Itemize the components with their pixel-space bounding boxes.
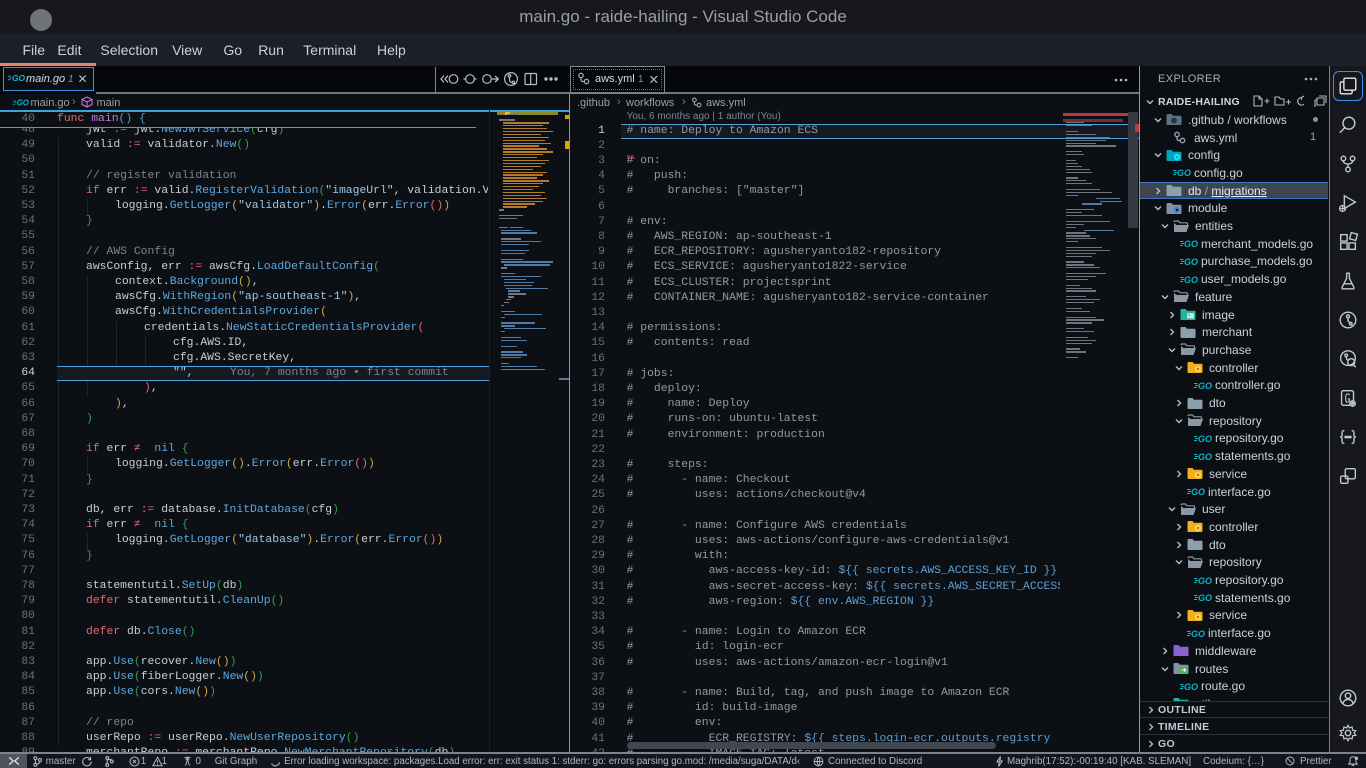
svg-text:GO: GO <box>1198 452 1212 462</box>
svg-text:GO: GO <box>1198 381 1212 391</box>
svg-text:GO: GO <box>1184 239 1198 249</box>
svg-text:GO: GO <box>1191 629 1205 639</box>
svg-text:GO: GO <box>1184 682 1198 692</box>
svg-text:GO: GO <box>1184 275 1198 285</box>
svg-text:GO: GO <box>12 73 26 83</box>
svg-text:GO: GO <box>1177 168 1191 178</box>
svg-text:GO: GO <box>1191 487 1205 497</box>
svg-text:GO: GO <box>1184 257 1198 267</box>
svg-text:GO: GO <box>1198 434 1212 444</box>
svg-text:GO: GO <box>17 98 29 107</box>
svg-text:GO: GO <box>1198 576 1212 586</box>
svg-text:GO: GO <box>1198 593 1212 603</box>
